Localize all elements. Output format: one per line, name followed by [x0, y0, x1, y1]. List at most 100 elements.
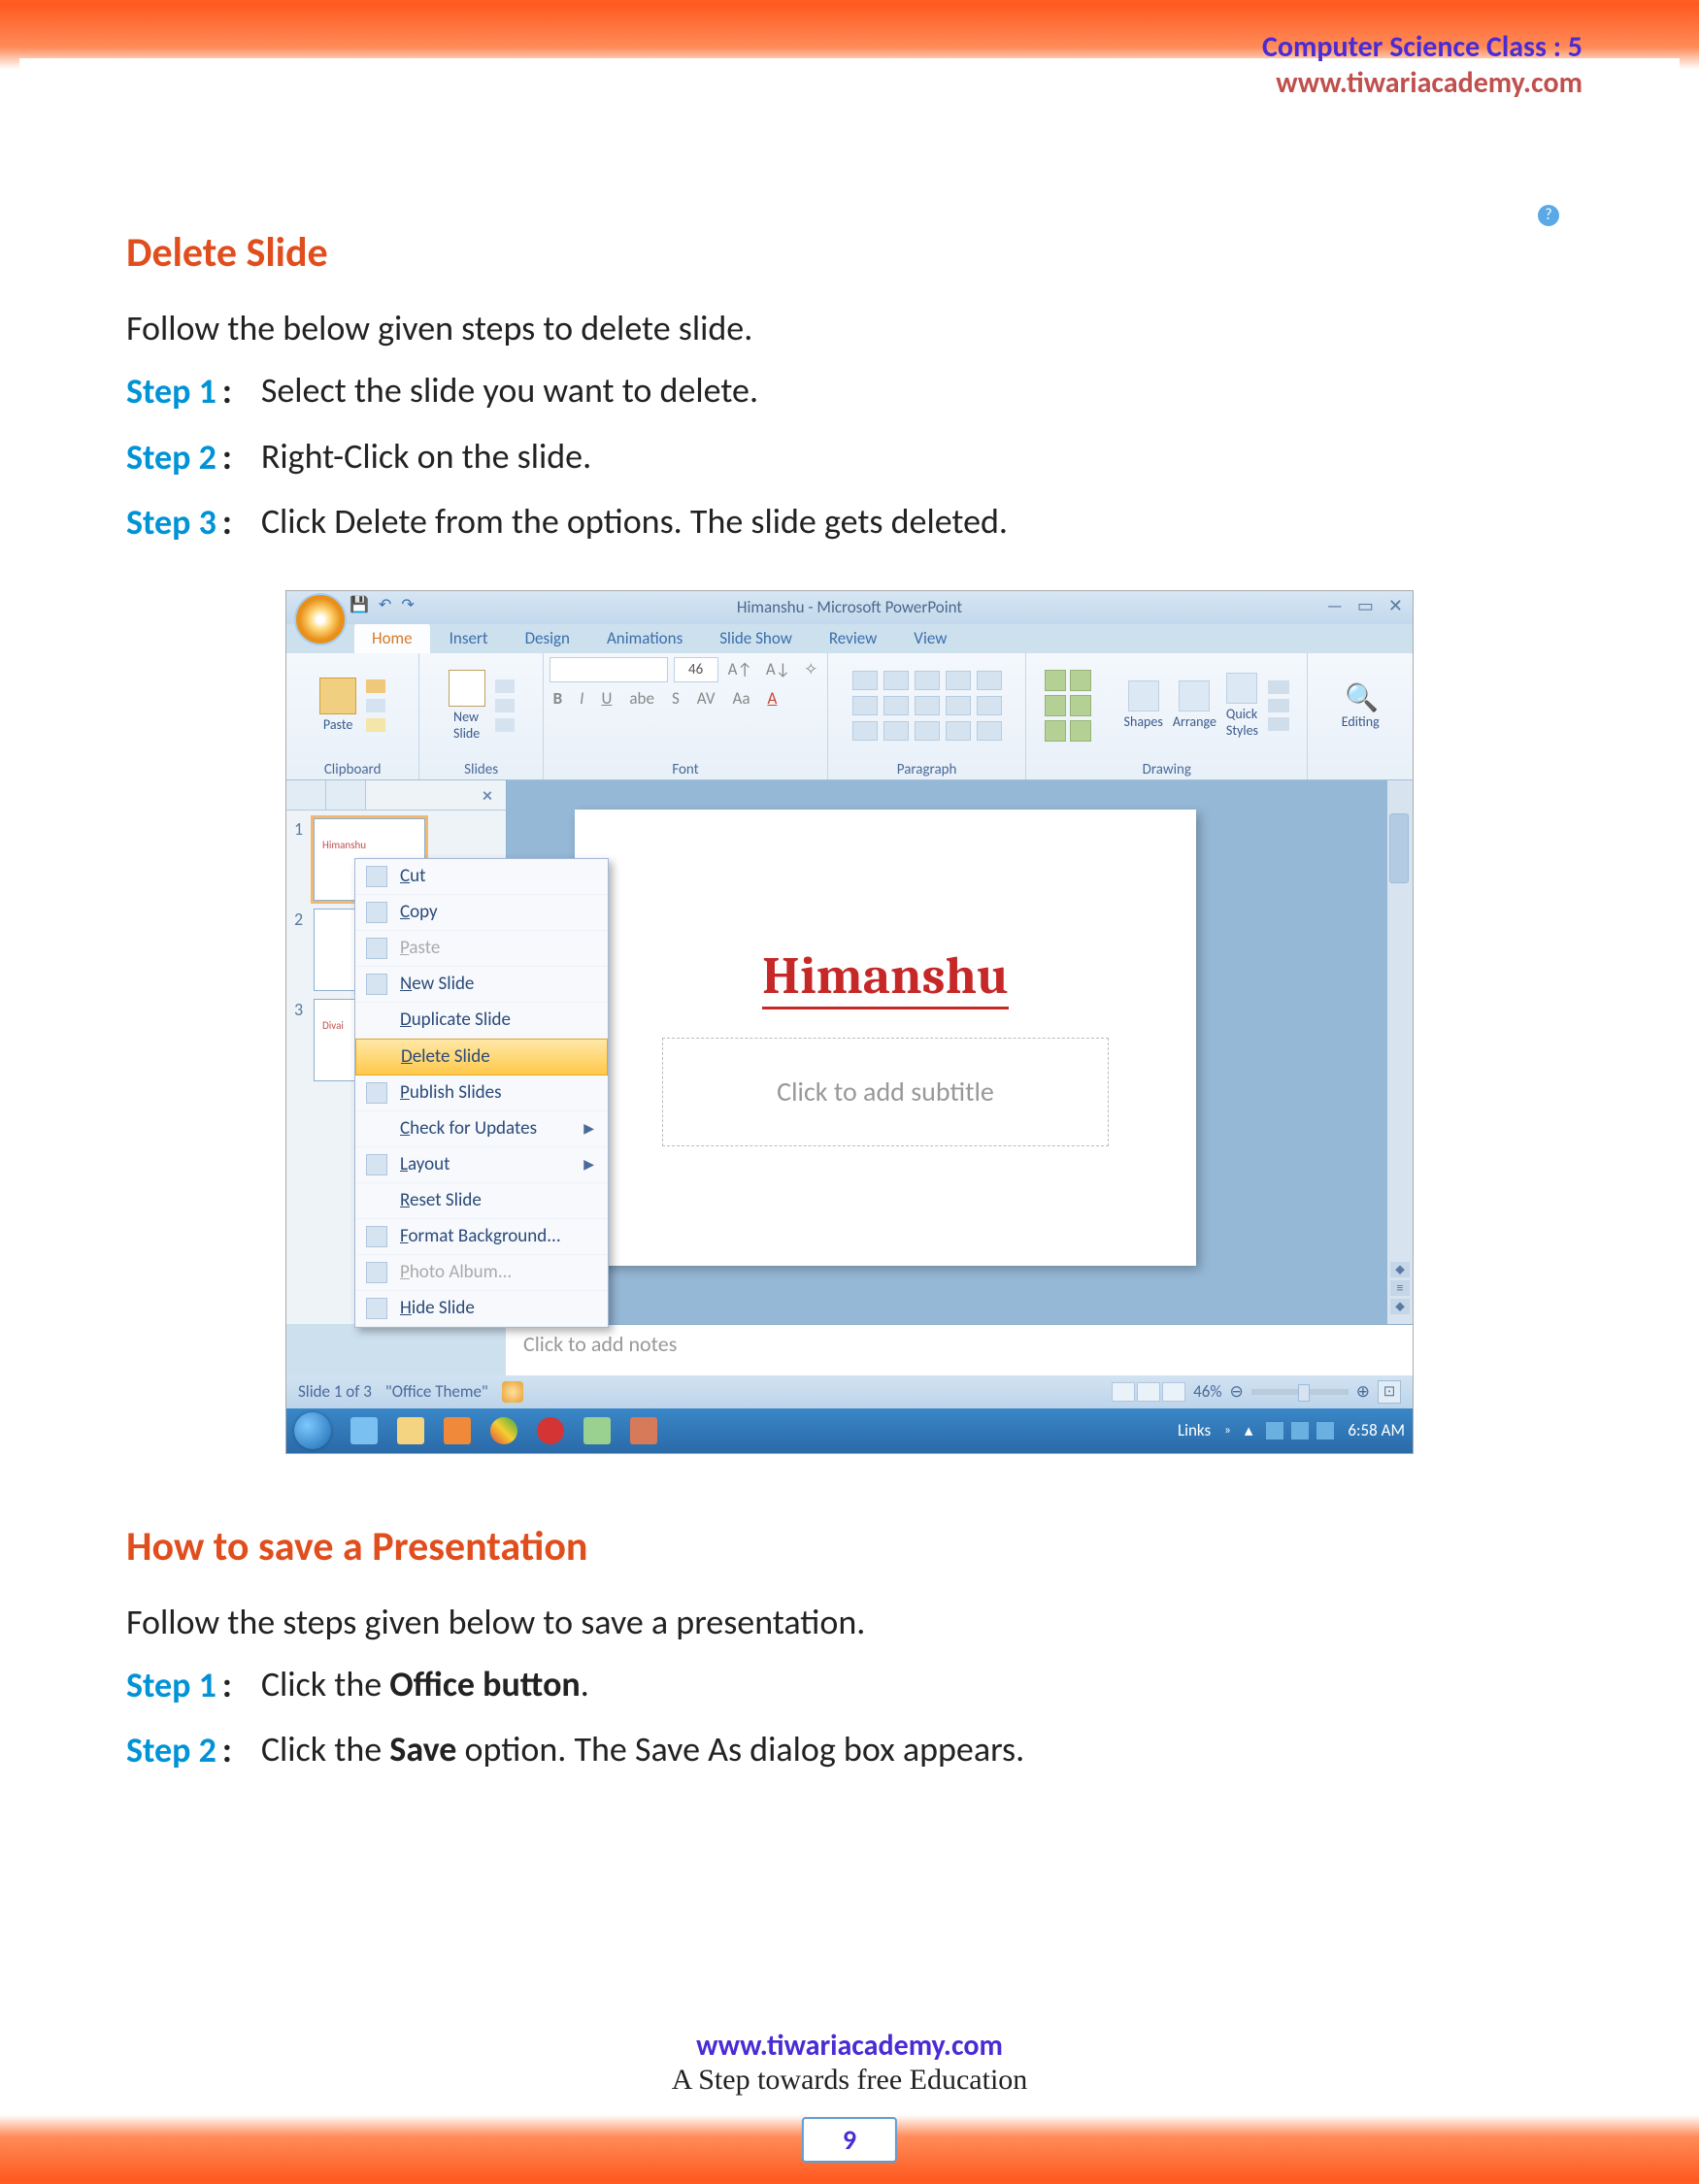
clock[interactable]: 6:58 AM	[1348, 1420, 1405, 1440]
shrink-font-icon[interactable]: A↓	[762, 659, 794, 679]
shape-effects-icon[interactable]	[1268, 717, 1289, 731]
align-center-icon[interactable]	[915, 696, 940, 715]
prev-slide-icon[interactable]: ⬥	[1390, 1262, 1410, 1277]
menu-item-cut[interactable]: Cut	[355, 859, 608, 895]
app-icon[interactable]	[630, 1417, 657, 1444]
minimize-icon[interactable]: —	[1327, 595, 1343, 616]
menu-item-check-for-updates[interactable]: Check for Updates▶	[355, 1111, 608, 1147]
media-player-icon[interactable]	[444, 1417, 471, 1444]
para-icon[interactable]	[946, 721, 971, 741]
next-slide-icon[interactable]: ⬥	[1390, 1299, 1410, 1314]
help-icon[interactable]: ?	[1538, 205, 1559, 226]
para-icon2[interactable]	[977, 721, 1002, 741]
smartart-icon[interactable]	[915, 721, 940, 741]
align-icon[interactable]	[852, 721, 878, 741]
linespace-icon[interactable]	[852, 696, 878, 715]
justify-icon[interactable]	[883, 721, 909, 741]
scrollbar-thumb[interactable]	[1389, 813, 1409, 883]
paste-button[interactable]: Paste	[319, 678, 356, 733]
shapes-button[interactable]: Shapes	[1124, 680, 1163, 730]
underline-icon[interactable]: U	[597, 688, 616, 709]
reset-icon[interactable]	[495, 699, 515, 712]
menu-item-hide-slide[interactable]: Hide Slide	[355, 1291, 608, 1327]
menu-item-reset-slide[interactable]: Reset Slide	[355, 1183, 608, 1219]
ribbon-tab-insert[interactable]: Insert	[432, 623, 506, 653]
ie-icon[interactable]	[350, 1417, 378, 1444]
menu-item-copy[interactable]: Copy	[355, 895, 608, 931]
volume-icon[interactable]	[1316, 1422, 1334, 1439]
slide-canvas[interactable]: Himanshu Click to add subtitle	[575, 810, 1196, 1266]
fit-window-icon[interactable]: ⊡	[1378, 1380, 1401, 1404]
bullets-icon[interactable]	[852, 671, 878, 690]
notes-pane[interactable]: Click to add notes	[506, 1324, 1413, 1375]
ribbon-tab-slide-show[interactable]: Slide Show	[702, 623, 810, 653]
tray-expand-icon[interactable]: ▴	[1245, 1420, 1253, 1440]
menu-item-duplicate-slide[interactable]: Duplicate Slide	[355, 1003, 608, 1039]
zoom-out-icon[interactable]: ⊖	[1230, 1381, 1244, 1402]
new-slide-button[interactable]: New Slide	[449, 670, 485, 742]
subtitle-placeholder[interactable]: Click to add subtitle	[662, 1038, 1109, 1146]
font-name-combo[interactable]	[550, 657, 668, 682]
chevron-icon[interactable]: »	[1224, 1423, 1231, 1438]
case-icon[interactable]: Aa	[729, 688, 754, 709]
start-button[interactable]	[294, 1412, 331, 1449]
chrome-icon[interactable]	[490, 1417, 517, 1444]
ribbon-tab-design[interactable]: Design	[508, 623, 587, 653]
menu-item-format-background-[interactable]: Format Background...	[355, 1219, 608, 1255]
grow-font-icon[interactable]: A↑	[724, 659, 756, 679]
undo-icon[interactable]: ↶	[379, 595, 391, 614]
tray-icon-2[interactable]	[1291, 1422, 1309, 1439]
spellcheck-icon[interactable]	[502, 1381, 523, 1403]
tray-icon-1[interactable]	[1266, 1422, 1283, 1439]
close-icon[interactable]: ✕	[1388, 595, 1403, 616]
spacing-icon[interactable]: AV	[693, 688, 719, 709]
outline-tab[interactable]	[326, 780, 366, 810]
links-label[interactable]: Links	[1178, 1420, 1211, 1440]
indent-dec-icon[interactable]	[915, 671, 940, 690]
opera-icon[interactable]	[537, 1417, 564, 1444]
office-button[interactable]	[294, 593, 347, 645]
editing-button[interactable]: 🔍Editing	[1342, 680, 1380, 730]
menu-item-new-slide[interactable]: New Slide	[355, 967, 608, 1003]
ribbon-tab-review[interactable]: Review	[812, 623, 894, 653]
delete-icon[interactable]	[495, 718, 515, 732]
direction-icon[interactable]	[977, 671, 1002, 690]
vertical-scrollbar[interactable]: ⬥ ≡ ⬥	[1387, 780, 1413, 1324]
font-size-combo[interactable]: 46	[674, 657, 718, 682]
panel-close-icon[interactable]: ×	[469, 780, 506, 810]
shape-outline-icon[interactable]	[1268, 699, 1289, 712]
menu-item-layout[interactable]: Layout▶	[355, 1147, 608, 1183]
clear-fmt-icon[interactable]: ✧	[800, 659, 821, 679]
shapes-gallery[interactable]	[1045, 670, 1115, 742]
explorer-icon[interactable]	[397, 1417, 424, 1444]
layout-icon[interactable]	[495, 679, 515, 693]
columns-icon[interactable]	[977, 696, 1002, 715]
italic-icon[interactable]: I	[576, 688, 587, 709]
redo-icon[interactable]: ↷	[401, 595, 414, 614]
cut-icon[interactable]	[366, 679, 385, 693]
zoom-in-icon[interactable]: ⊕	[1356, 1381, 1370, 1402]
bold-icon[interactable]: B	[550, 688, 567, 709]
font-color-icon[interactable]: A	[763, 688, 781, 709]
align-right-icon[interactable]	[946, 696, 971, 715]
ribbon-tab-animations[interactable]: Animations	[589, 623, 700, 653]
messenger-icon[interactable]	[583, 1417, 611, 1444]
format-painter-icon[interactable]	[366, 718, 385, 732]
quick-styles-button[interactable]: Quick Styles	[1226, 673, 1258, 739]
indent-inc-icon[interactable]	[946, 671, 971, 690]
numbering-icon[interactable]	[883, 671, 909, 690]
quick-access-toolbar[interactable]: 💾 ↶ ↷	[350, 595, 415, 614]
menu-item-delete-slide[interactable]: Delete Slide	[355, 1039, 608, 1075]
slides-tab[interactable]	[286, 780, 326, 810]
shape-fill-icon[interactable]	[1268, 680, 1289, 694]
normal-view-icon[interactable]	[1112, 1382, 1135, 1402]
zoom-slider[interactable]	[1251, 1389, 1349, 1395]
slideshow-view-icon[interactable]	[1162, 1382, 1185, 1402]
slide-title-text[interactable]: Himanshu	[762, 945, 1009, 1009]
ribbon-tab-view[interactable]: View	[896, 623, 964, 653]
copy-icon[interactable]	[366, 699, 385, 712]
align-left-icon[interactable]	[883, 696, 909, 715]
save-icon[interactable]: 💾	[350, 595, 369, 614]
sorter-view-icon[interactable]	[1137, 1382, 1160, 1402]
zoom-handle[interactable]	[1298, 1384, 1310, 1402]
